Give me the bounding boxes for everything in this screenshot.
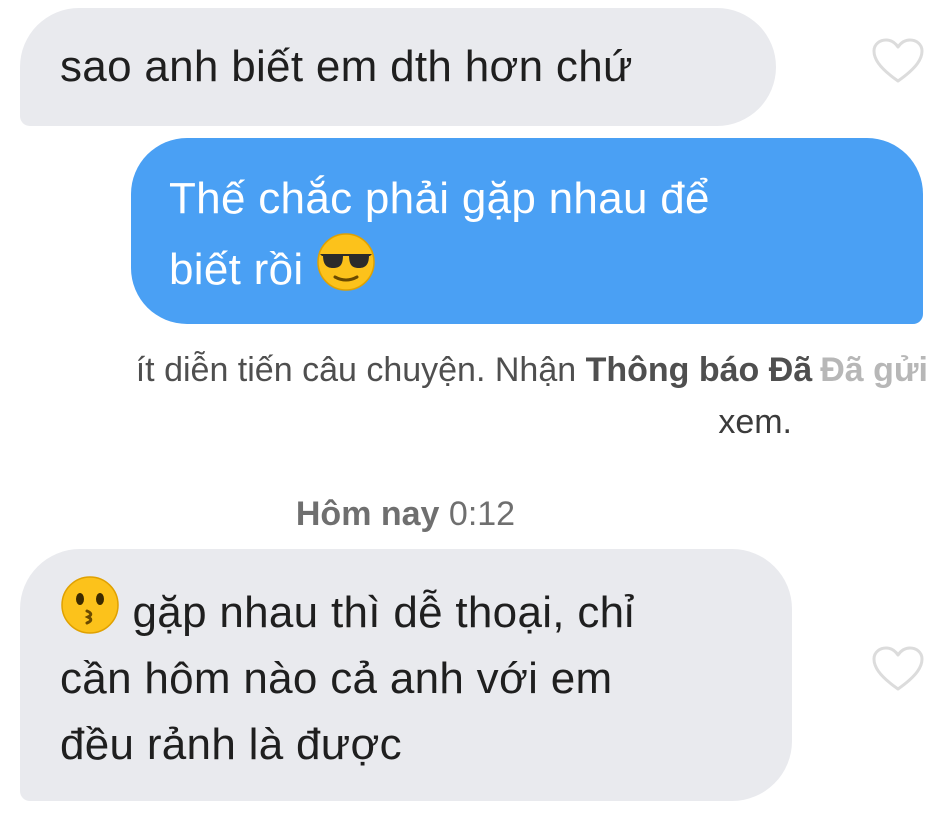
kissing-face-emoji-icon (61, 576, 119, 634)
received-message-bubble[interactable]: sao anh biết em dth hơn chứ (20, 8, 776, 126)
message-text: biết rồi (169, 245, 304, 294)
read-receipt-link[interactable]: Thông báo Đã (586, 351, 813, 389)
timestamp-time: 0:12 (448, 495, 516, 533)
read-receipt-upsell: ít diễn tiến câu chuyện. Nhận Thông báo … (0, 348, 946, 392)
message-text: gặp nhau thì dễ thoại, chỉ (132, 588, 635, 637)
message-timestamp: Hôm nay 0:12 (0, 492, 811, 536)
like-heart-icon[interactable] (872, 646, 924, 692)
message-text: Thế chắc phải gặp nhau để (169, 174, 710, 223)
sent-message-bubble[interactable]: Thế chắc phải gặp nhau để biết rồi (131, 138, 923, 324)
like-heart-icon[interactable] (872, 38, 924, 84)
message-text-line: gặp nhau thì dễ thoại, chỉ (60, 575, 772, 646)
received-message-bubble[interactable]: gặp nhau thì dễ thoại, chỉ cần hôm nào c… (20, 549, 792, 801)
timestamp-day: Hôm nay (295, 495, 440, 533)
message-text: đều rảnh là được (60, 720, 402, 769)
read-receipt-text: ít diễn tiến câu chuyện. Nhận (135, 351, 577, 389)
message-text-line: biết rồi (169, 232, 903, 303)
sent-status-label: Đã gửi (820, 351, 928, 389)
read-receipt-trailing: xem. (718, 403, 792, 441)
message-text: sao anh biết em dth hơn chứ (60, 42, 633, 91)
sunglasses-emoji-icon (317, 233, 375, 291)
message-text: cần hôm nào cả anh với em (60, 654, 613, 703)
